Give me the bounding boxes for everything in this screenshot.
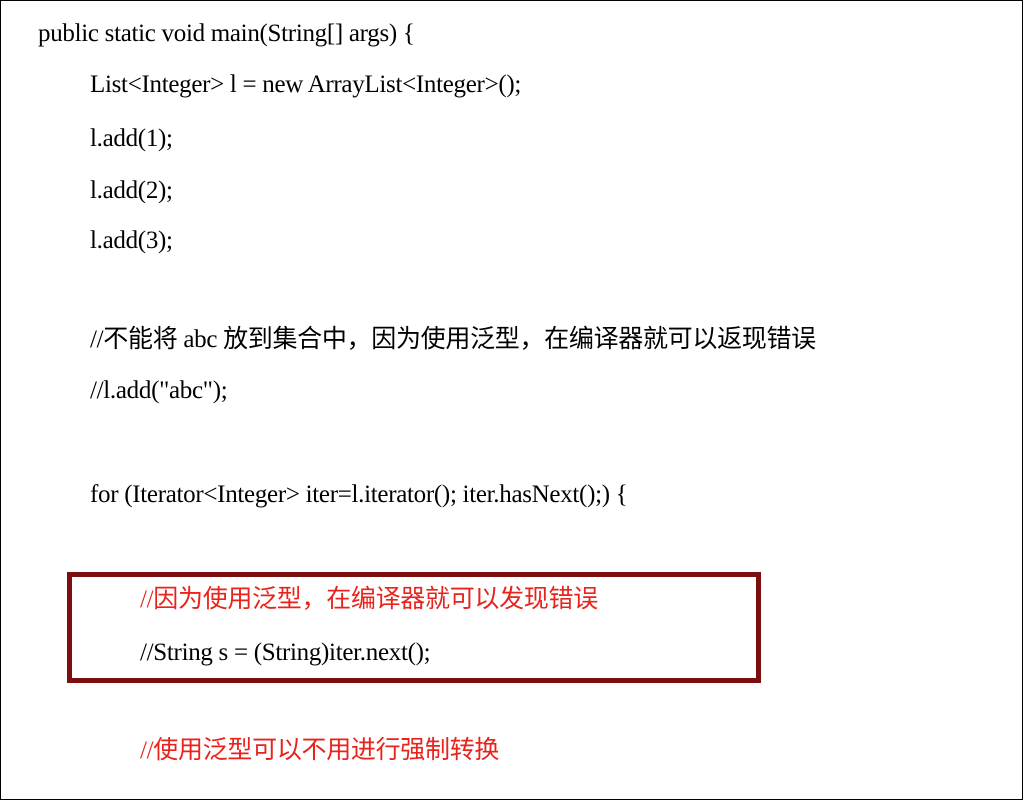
code-comment-compile-error-note: //因为使用泛型，在编译器就可以发现错误 <box>140 586 598 613</box>
code-comment-abc-note: //不能将 abc 放到集合中，因为使用泛型，在编译器就可以返现错误 <box>90 326 816 353</box>
code-line-list-declaration: List<Integer> l = new ArrayList<Integer>… <box>90 71 522 98</box>
code-line-add-1: l.add(1); <box>90 125 173 152</box>
code-line-main-signature: public static void main(String[] args) { <box>38 20 415 47</box>
code-comment-no-cast-note: //使用泛型可以不用进行强制转换 <box>140 737 500 764</box>
code-comment-string-cast: //String s = (String)iter.next(); <box>140 639 431 666</box>
code-line-add-2: l.add(2); <box>90 177 173 204</box>
code-line-add-3: l.add(3); <box>90 227 173 254</box>
code-line-for-loop: for (Iterator<Integer> iter=l.iterator()… <box>90 481 628 508</box>
code-comment-add-abc: //l.add("abc"); <box>90 377 228 404</box>
